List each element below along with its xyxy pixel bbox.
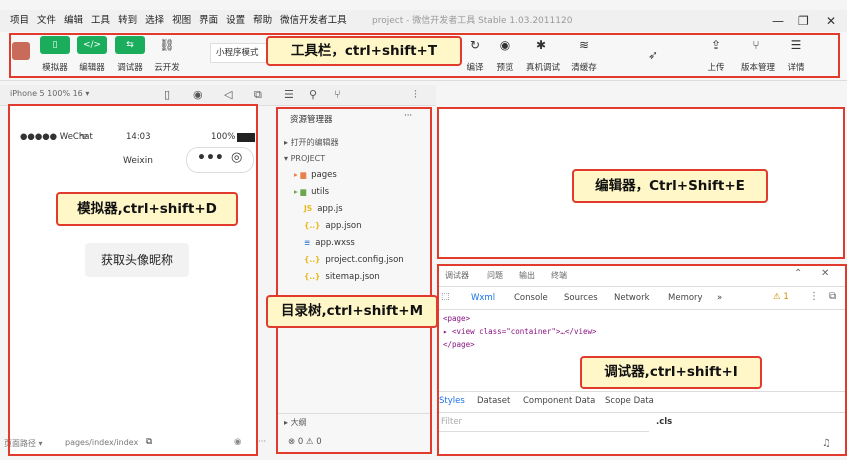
- menu-item[interactable]: 选择: [141, 10, 168, 32]
- volume-icon[interactable]: ◁: [224, 88, 232, 101]
- editor-callout: 编辑器，Ctrl+Shift+E: [572, 169, 768, 203]
- devtools-window: 项目 文件 编辑 工具 转到 选择 视图 界面 设置 帮助 微信开发者工具 project - 微信…: [0, 0, 847, 460]
- menu-item[interactable]: 微信开发者工具: [276, 10, 351, 32]
- simulator-subbar: iPhone 5 100% 16 ▾ ▯ ◉ ◁ ⧉ ☰ ⚲ ⑂ ⫶: [0, 85, 436, 106]
- tree-callout: 目录树,ctrl+shift+M: [266, 295, 438, 328]
- device-select[interactable]: iPhone 5 100% 16 ▾: [10, 89, 89, 98]
- simulator-callout: 模拟器,ctrl+shift+D: [56, 192, 238, 226]
- split-icon[interactable]: ⫶: [414, 88, 417, 102]
- simulator-highlight: [8, 104, 258, 456]
- menu-item[interactable]: 文件: [33, 10, 60, 32]
- window-title: project - 微信开发者工具 Stable 1.03.2011120: [372, 16, 573, 26]
- debugger-callout: 调试器,ctrl+shift+I: [580, 356, 762, 389]
- menu-item[interactable]: 设置: [222, 10, 249, 32]
- stop-icon[interactable]: ◉: [193, 88, 203, 101]
- phone-icon[interactable]: ▯: [164, 88, 170, 101]
- minimize-icon[interactable]: —: [772, 14, 784, 28]
- menu-list: 项目 文件 编辑 工具 转到 选择 视图 界面 设置 帮助 微信开发者工具: [6, 10, 351, 32]
- branch-icon[interactable]: ⑂: [334, 88, 341, 101]
- menu-item[interactable]: 编辑: [60, 10, 87, 32]
- menu-item[interactable]: 项目: [6, 10, 33, 32]
- menu-bar: 项目 文件 编辑 工具 转到 选择 视图 界面 设置 帮助 微信开发者工具 project - 微信…: [0, 10, 847, 32]
- files-icon[interactable]: ☰: [284, 88, 294, 101]
- window-icon[interactable]: ⧉: [254, 88, 262, 102]
- menu-item[interactable]: 工具: [87, 10, 114, 32]
- close-icon[interactable]: ✕: [826, 14, 836, 28]
- menu-item[interactable]: 界面: [195, 10, 222, 32]
- menu-item[interactable]: 转到: [114, 10, 141, 32]
- tree-highlight: [276, 107, 432, 454]
- search-icon[interactable]: ⚲: [309, 88, 317, 101]
- more-options-icon[interactable]: ···: [258, 437, 266, 447]
- menu-item[interactable]: 视图: [168, 10, 195, 32]
- maximize-icon[interactable]: ❐: [798, 14, 809, 28]
- toolbar-callout: 工具栏，ctrl+shift+T: [266, 36, 462, 66]
- menu-item[interactable]: 帮助: [249, 10, 276, 32]
